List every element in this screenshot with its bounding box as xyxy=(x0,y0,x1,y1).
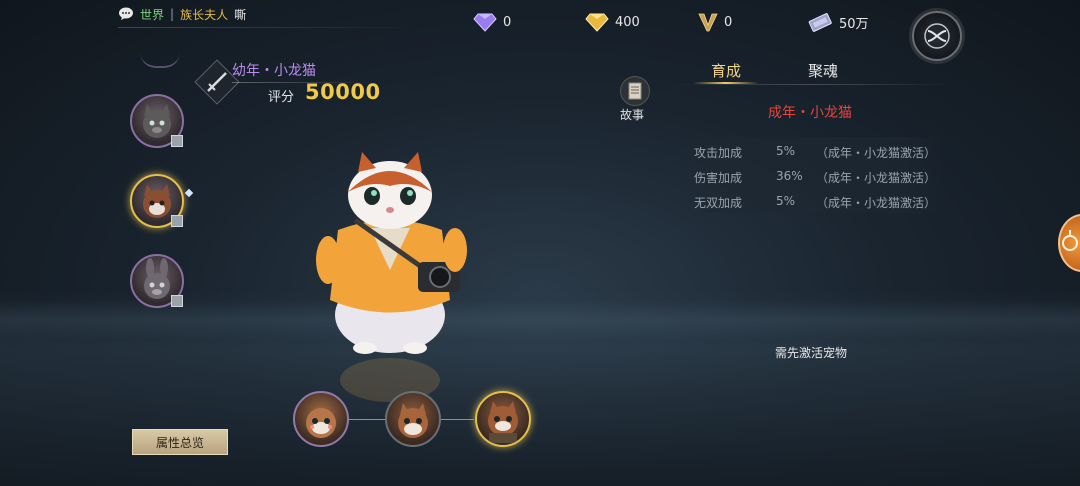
chat-channel: 世界 xyxy=(140,7,165,22)
attribute-condition: （成年・小龙猫激活） xyxy=(816,171,937,185)
tab-nurture[interactable]: 育成 xyxy=(711,60,741,81)
tab-divider xyxy=(672,84,952,85)
stage-title: 成年・小龙猫 xyxy=(768,105,852,121)
currency-value: 0 xyxy=(724,14,733,30)
attribute-row: 攻击加成 5% （成年・小龙猫激活） xyxy=(694,144,936,166)
teen-chinchilla-icon xyxy=(398,403,428,438)
evolution-connector xyxy=(346,419,386,420)
pet-model[interactable] xyxy=(300,150,480,360)
currency-value: 400 xyxy=(615,14,640,30)
adult-chinchilla-icon xyxy=(488,401,518,443)
currency-value: 50万 xyxy=(839,16,869,32)
attribute-row: 伤害加成 36% （成年・小龙猫激活） xyxy=(694,169,936,191)
chat-bubble-icon xyxy=(119,7,133,20)
activation-hint: 需先激活宠物 xyxy=(775,346,848,360)
currency-purple-diamond[interactable]: 0 xyxy=(473,11,511,33)
sword-icon xyxy=(207,72,227,92)
attribute-condition: （成年・小龙猫激活） xyxy=(816,196,937,210)
evolution-stage-adult[interactable] xyxy=(475,391,531,447)
chat-message: 嘶 xyxy=(234,7,247,22)
attribute-name: 无双加成 xyxy=(694,196,743,210)
side-orb-icon xyxy=(1062,230,1078,251)
pet-slot-partial[interactable] xyxy=(140,52,180,68)
tab-soul-gather[interactable]: 聚魂 xyxy=(808,60,838,81)
lock-icon xyxy=(171,295,183,307)
currency-value: 0 xyxy=(503,14,512,30)
currency-silver-ticket[interactable]: 50万 xyxy=(807,11,869,33)
book-icon xyxy=(628,82,642,100)
story-button[interactable] xyxy=(620,76,650,106)
score-label: 评分 xyxy=(268,90,295,105)
currency-v-badge[interactable]: 0 xyxy=(698,11,732,33)
menu-button[interactable] xyxy=(912,11,962,61)
gold-diamond-icon xyxy=(585,13,609,32)
evolution-stage-teen[interactable] xyxy=(385,391,441,447)
chat-separator: | xyxy=(170,7,175,21)
attribute-condition: （成年・小龙猫激活） xyxy=(816,146,937,160)
side-expand-button[interactable] xyxy=(1058,214,1080,272)
baby-chinchilla-icon xyxy=(306,408,336,438)
attribute-value: 5% xyxy=(776,194,796,208)
evolution-stage-baby[interactable] xyxy=(293,391,349,447)
attribute-value: 5% xyxy=(776,144,796,158)
chat-sender: 族长夫人 xyxy=(180,7,229,22)
evolution-connector xyxy=(438,419,474,420)
currency-gold-diamond[interactable]: 400 xyxy=(585,11,640,33)
attribute-summary-button[interactable]: 属性总览 xyxy=(132,429,228,455)
chat-divider xyxy=(118,27,418,28)
crossed-arrows-icon xyxy=(924,23,950,49)
attribute-row: 无双加成 5% （成年・小龙猫激活） xyxy=(694,194,936,216)
attribute-name: 伤害加成 xyxy=(694,171,743,185)
lock-icon xyxy=(171,135,183,147)
pet-name: 幼年・小龙猫 xyxy=(232,63,316,79)
story-label: 故事 xyxy=(620,108,645,122)
purple-diamond-icon xyxy=(473,13,497,32)
v-badge-icon xyxy=(698,13,718,32)
silver-ticket-icon xyxy=(808,13,832,32)
chat-bar[interactable]: 世界 | 族长夫人 嘶 xyxy=(118,4,246,24)
attribute-value: 36% xyxy=(776,169,803,183)
score-value: 50000 xyxy=(305,80,381,104)
attribute-name: 攻击加成 xyxy=(694,146,743,160)
selected-indicator xyxy=(184,188,194,198)
lock-icon xyxy=(171,215,183,227)
